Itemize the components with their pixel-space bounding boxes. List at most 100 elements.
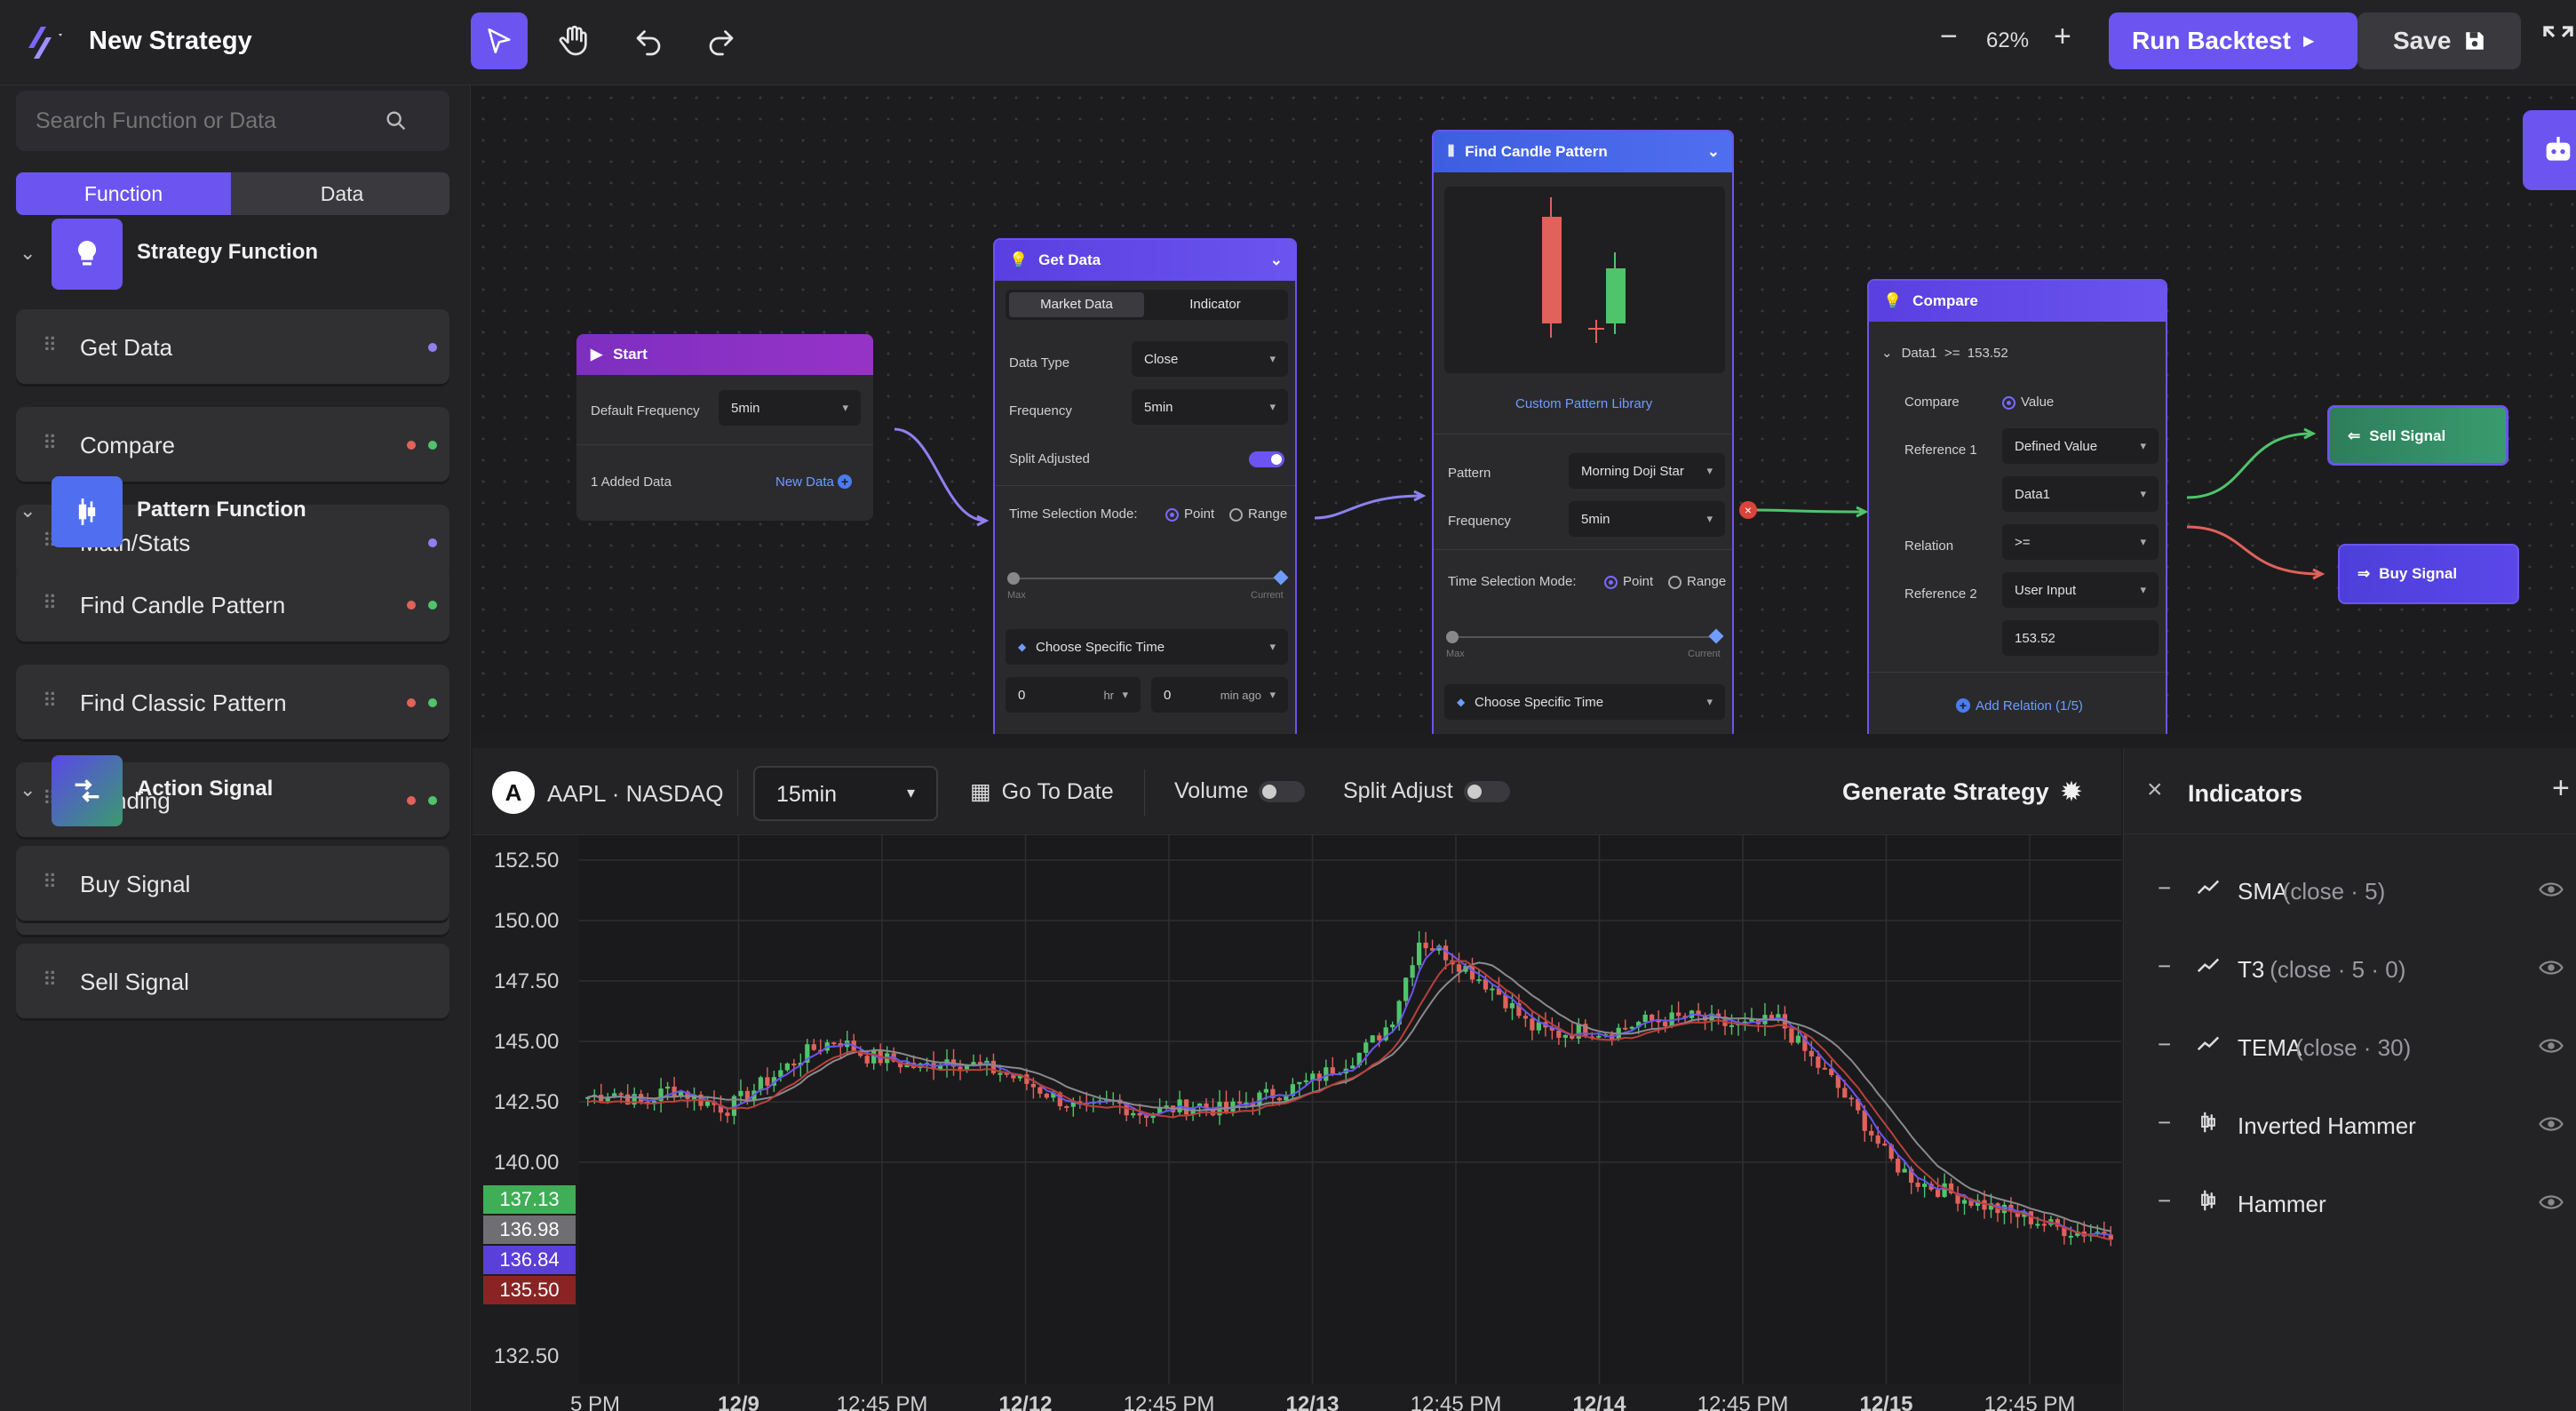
collapse-icon[interactable]: − (2158, 953, 2171, 980)
add-relation-button[interactable]: + Add Relation (1/5) (1956, 698, 2083, 713)
candlestick-chart[interactable]: 152.50 150.00 147.50 145.00 142.50 140.00 132.… (473, 835, 2121, 1411)
tab-indicator[interactable]: Indicator (1148, 292, 1283, 317)
value-radio[interactable]: Value (2002, 395, 2054, 410)
point-radio[interactable]: Point (1604, 574, 1653, 589)
drag-handle-icon[interactable]: ⠿ (43, 432, 57, 455)
reference-2-select[interactable]: User Input (2002, 572, 2159, 608)
indicator-row[interactable]: − SMA (close · 5) (2124, 851, 2576, 929)
new-data-link[interactable]: New Data + (775, 474, 853, 490)
default-frequency-select[interactable]: 5min (719, 390, 861, 426)
go-to-date-button[interactable]: ▦ Go To Date (970, 778, 1114, 805)
start-node-header[interactable]: ▶ Start (576, 334, 873, 375)
tab-data[interactable]: Data (235, 172, 449, 215)
symbol-label[interactable]: AAPL · NASDAQ (547, 780, 723, 808)
assistant-bot-button[interactable] (2523, 110, 2576, 190)
sidebar-item-sell-signal[interactable]: ⠿ Sell Signal (16, 944, 449, 1018)
close-panel-icon[interactable]: × (2147, 775, 2163, 805)
sidebar-item-find-candle-pattern[interactable]: ⠿ Find Candle Pattern (16, 567, 449, 642)
collapse-icon[interactable]: − (2158, 874, 2171, 902)
group-header-pattern-function[interactable]: ⌄ Pattern Function (0, 476, 470, 547)
sell-signal-node[interactable]: ⇐ Sell Signal (2327, 405, 2508, 466)
candle-node-header[interactable]: ⫴ Find Candle Pattern ⌄ (1434, 132, 1732, 172)
redo-button[interactable] (693, 12, 750, 69)
indicator-row[interactable]: − TEMA (close · 30) (2124, 1008, 2576, 1086)
undo-button[interactable] (620, 12, 677, 69)
chevron-down-icon[interactable]: ⌄ (20, 242, 36, 265)
group-header-strategy-function[interactable]: ⌄ Strategy Function (0, 219, 470, 290)
minutes-input[interactable]: 0 min ago (1151, 677, 1288, 713)
add-indicator-icon[interactable]: + (2552, 771, 2570, 806)
frequency-select[interactable]: 5min (1569, 501, 1725, 537)
compare-node-header[interactable]: 💡 Compare (1869, 281, 2166, 322)
drag-handle-icon[interactable]: ⠿ (43, 969, 57, 992)
slider-end-handle[interactable] (1273, 570, 1289, 586)
run-backtest-button[interactable]: Run Backtest ▶ (2109, 12, 2357, 69)
relation-select[interactable]: >= (2002, 524, 2159, 560)
indicator-row[interactable]: − Inverted Hammer (2124, 1086, 2576, 1164)
search-input[interactable] (36, 91, 391, 151)
chevron-down-icon[interactable]: ⌄ (1270, 251, 1283, 269)
choose-time-select[interactable]: ◆ Choose Specific Time (1006, 629, 1288, 665)
get-data-node[interactable]: 💡 Get Data ⌄ Market Data Indicator Data Ty… (993, 238, 1297, 734)
eye-icon[interactable] (2538, 876, 2564, 903)
hours-input[interactable]: 0 hr (1006, 677, 1141, 713)
tab-function[interactable]: Function (16, 172, 231, 215)
eye-icon[interactable] (2538, 1189, 2564, 1216)
sidebar-item-find-classic-pattern[interactable]: ⠿ Find Classic Pattern (16, 665, 449, 739)
tab-market-data[interactable]: Market Data (1009, 292, 1144, 317)
range-radio[interactable]: Range (1229, 506, 1287, 522)
collapse-icon[interactable]: − (2158, 1109, 2171, 1136)
sidebar-item-get-data[interactable]: ⠿ Get Data (16, 309, 449, 384)
pattern-select[interactable]: Morning Doji Star (1569, 453, 1725, 489)
start-node[interactable]: ▶ Start Default Frequency 5min 1 Added Da… (576, 334, 873, 521)
compare-node[interactable]: 💡 Compare ⌄ Data1 >= 153.52 Compare Value … (1867, 279, 2167, 734)
reference-2-value-input[interactable] (2002, 620, 2159, 656)
strategy-canvas[interactable]: × ▶ Start Default Frequency 5min 1 Added … (473, 87, 2576, 734)
get-data-tabs[interactable]: Market Data Indicator (1006, 290, 1288, 320)
interval-select[interactable]: 15min ▾ (753, 766, 938, 821)
split-adjusted-toggle[interactable] (1249, 451, 1284, 467)
reference-1-select[interactable]: Defined Value (2002, 428, 2159, 464)
time-slider[interactable] (1451, 636, 1718, 638)
slider-end-handle[interactable] (1708, 628, 1724, 644)
frequency-select[interactable]: 5min (1132, 389, 1288, 425)
pan-tool-button[interactable] (545, 12, 602, 69)
drag-handle-icon[interactable]: ⠿ (43, 871, 57, 894)
remove-connection-icon[interactable]: × (1739, 501, 1757, 519)
symbol-badge[interactable]: A (492, 771, 535, 814)
get-data-node-header[interactable]: 💡 Get Data ⌄ (995, 240, 1295, 281)
reference-1-data-select[interactable]: Data1 (2002, 476, 2159, 512)
indicator-row[interactable]: − T3 (close · 5 · 0) (2124, 929, 2576, 1008)
eye-icon[interactable] (2538, 1032, 2564, 1059)
slider-start-handle[interactable] (1446, 631, 1459, 643)
search-box[interactable] (16, 91, 449, 151)
buy-signal-node[interactable]: ⇒ Buy Signal (2338, 544, 2519, 604)
sidebar-item-buy-signal[interactable]: ⠿ Buy Signal (16, 846, 449, 921)
custom-pattern-library-link[interactable]: Custom Pattern Library (1515, 396, 1652, 411)
chevron-down-icon[interactable]: ⌄ (20, 778, 36, 801)
range-radio[interactable]: Range (1668, 574, 1726, 589)
zoom-out-button[interactable]: − (1940, 20, 1958, 54)
choose-time-select[interactable]: ◆ Choose Specific Time (1444, 684, 1725, 720)
generate-strategy-button[interactable]: Generate Strategy ✹ (1842, 778, 2081, 806)
point-radio[interactable]: Point (1165, 506, 1214, 522)
find-candle-pattern-node[interactable]: ⫴ Find Candle Pattern ⌄ Custom Pattern Lib… (1432, 130, 1734, 734)
chevron-down-icon[interactable]: ⌄ (20, 499, 36, 522)
drag-handle-icon[interactable]: ⠿ (43, 592, 57, 615)
drag-handle-icon[interactable]: ⠿ (43, 690, 57, 713)
split-adjust-toggle[interactable]: Split Adjust (1343, 778, 1510, 804)
compare-expression[interactable]: ⌄ Data1 >= 153.52 (1881, 345, 2008, 361)
volume-toggle[interactable]: Volume (1174, 778, 1306, 804)
sidebar-item-compare[interactable]: ⠿ Compare (16, 407, 449, 482)
function-data-toggle[interactable]: Function Data (16, 172, 449, 215)
indicator-row[interactable]: − Hammer (2124, 1164, 2576, 1242)
save-button[interactable]: Save (2357, 12, 2521, 69)
chevron-down-icon[interactable]: ⌄ (1707, 143, 1720, 161)
strategy-title[interactable]: New Strategy (89, 27, 252, 56)
group-header-action-signal[interactable]: ⌄ Action Signal (0, 755, 470, 826)
eye-icon[interactable] (2538, 1111, 2564, 1137)
zoom-in-button[interactable]: + (2054, 20, 2071, 54)
collapse-icon[interactable]: − (2158, 1187, 2171, 1215)
time-slider[interactable] (1013, 578, 1281, 579)
select-tool-button[interactable] (471, 12, 528, 69)
